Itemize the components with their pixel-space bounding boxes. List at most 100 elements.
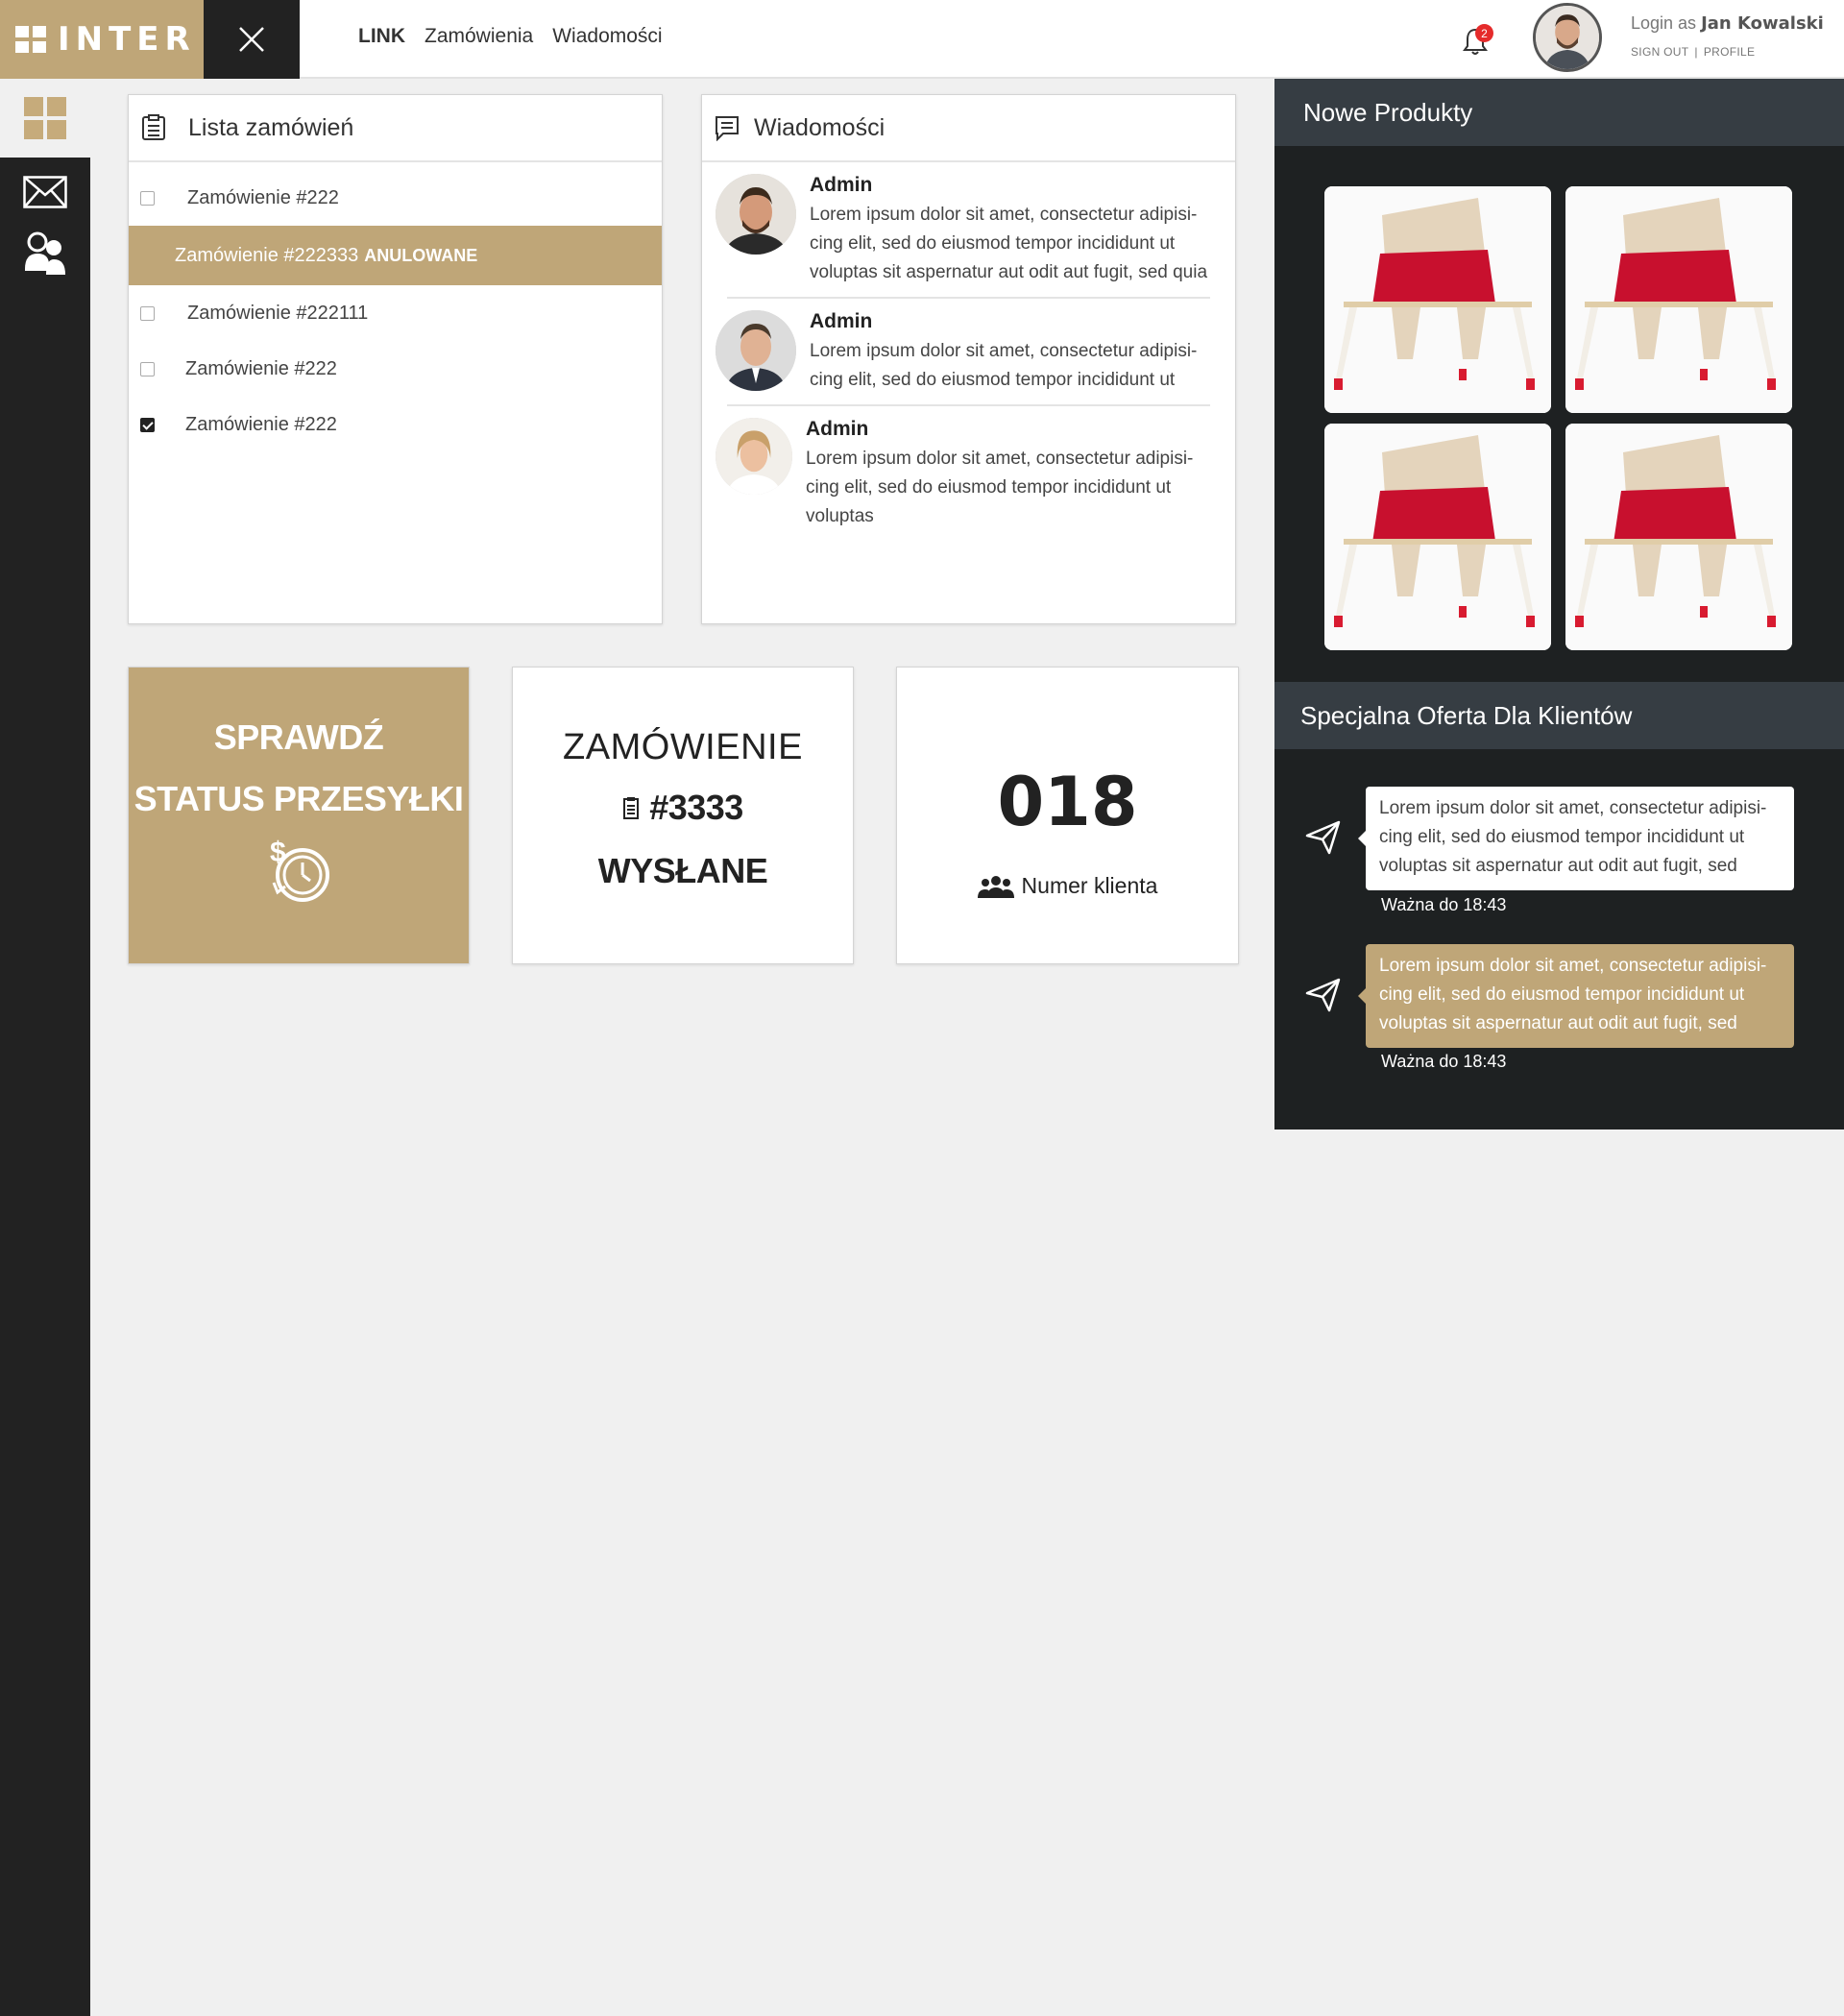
close-button[interactable] <box>204 0 300 79</box>
mail-icon <box>23 176 67 208</box>
orders-panel-header: Lista zamówień <box>129 95 662 162</box>
offer-message[interactable]: Lorem ipsum dolor sit amet, consectetur … <box>1358 787 1794 890</box>
offer-valid-until: Ważna do 18:43 <box>1381 895 1507 914</box>
logo-grid-icon <box>15 26 46 53</box>
product-card[interactable] <box>1324 424 1551 650</box>
messages-title: Wiadomości <box>754 113 886 141</box>
order-label: Zamówienie #222 <box>185 357 337 379</box>
users-icon <box>25 231 65 275</box>
offers-header: Specjalna Oferta Dla Klientów <box>1274 682 1844 749</box>
login-info: Login as Jan Kowalski <box>1631 13 1824 34</box>
message-text: Lorem ipsum dolor sit amet, consectetur … <box>810 205 1208 282</box>
message-icon <box>716 116 739 141</box>
tile-order-label: ZAMÓWIENIE <box>563 727 803 767</box>
tile-order-number-row: #3333 <box>622 788 743 828</box>
order-label: Zamówienie #222111 <box>187 302 369 324</box>
avatar <box>716 174 796 255</box>
order-status-tile[interactable]: ZAMÓWIENIE #3333 WYSŁANE <box>512 667 854 964</box>
messages-panel-header: Wiadomości <box>702 95 1235 162</box>
chair-image <box>1324 424 1551 650</box>
payment-clock-icon: $ <box>270 837 329 902</box>
order-checkbox[interactable] <box>140 361 155 376</box>
sidebar <box>0 79 90 2016</box>
message-item[interactable]: Admin Lorem ipsum dolor sit amet, consec… <box>702 299 1235 404</box>
sidebar-item-dashboard[interactable] <box>0 79 90 158</box>
person-portrait-icon <box>716 418 792 495</box>
order-checkbox-checked[interactable] <box>140 417 155 432</box>
dashboard-icon <box>24 97 66 139</box>
clipboard-icon <box>623 797 640 819</box>
chair-image <box>1565 186 1792 413</box>
message-author: Admin <box>810 310 873 332</box>
offer-text: Lorem ipsum dolor sit amet, consectetur … <box>1379 956 1767 1033</box>
order-checkbox[interactable] <box>140 305 155 321</box>
tile-order-state: WYSŁANE <box>597 851 768 890</box>
chair-image <box>1324 186 1551 413</box>
nav-link[interactable]: LINK <box>358 25 405 48</box>
logo-text: INTER <box>58 20 196 59</box>
orders-panel: Lista zamówień Zamówienie #222 Zamówieni… <box>128 94 663 624</box>
person-portrait-icon <box>716 174 796 255</box>
user-name: Jan Kowalski <box>1701 13 1824 34</box>
client-label: Numer klienta <box>1021 873 1158 898</box>
messages-panel: Wiadomości Admin Lorem ipsum dolor sit a… <box>701 94 1236 624</box>
nav-messages[interactable]: Wiadomości <box>552 25 662 48</box>
products-header: Nowe Produkty <box>1274 79 1844 146</box>
order-label: Zamówienie #222 <box>187 186 339 208</box>
order-label: Zamówienie #222333 <box>175 244 359 266</box>
product-card[interactable] <box>1565 424 1792 650</box>
products-title: Nowe Produkty <box>1303 97 1473 127</box>
top-nav: LINK Zamówienia Wiadomości <box>358 25 663 48</box>
order-status: ANULOWANE <box>364 245 478 265</box>
check-shipment-tile[interactable]: SPRAWDŹ STATUS PRZESYŁKI $ <box>128 667 470 964</box>
tile-line-1: SPRAWDŹ <box>213 717 384 757</box>
client-label-row: Numer klienta <box>977 873 1158 899</box>
order-row[interactable]: Zamówienie #222 <box>129 341 662 397</box>
send-icon[interactable] <box>1304 976 1343 1014</box>
client-number: 018 <box>997 763 1138 841</box>
order-row-cancelled[interactable]: Zamówienie #222333 ANULOWANE <box>129 226 662 285</box>
message-text: Lorem ipsum dolor sit amet, consectetur … <box>810 341 1198 390</box>
svg-text:$: $ <box>270 837 286 868</box>
offer-message-highlighted[interactable]: Lorem ipsum dolor sit amet, consectetur … <box>1358 944 1794 1048</box>
order-checkbox[interactable] <box>140 190 155 206</box>
avatar <box>716 310 796 391</box>
client-number-tile[interactable]: 018 Numer klienta <box>896 667 1239 964</box>
offers-title: Specjalna Oferta Dla Klientów <box>1300 700 1633 730</box>
sidebar-item-mail[interactable] <box>0 158 90 227</box>
profile-link[interactable]: PROFILE <box>1704 45 1755 59</box>
link-separator: | <box>1694 45 1698 59</box>
users-icon <box>977 875 1014 898</box>
order-row[interactable]: Zamówienie #222 <box>129 170 662 226</box>
person-portrait-icon <box>716 310 796 391</box>
logo[interactable]: INTER <box>0 0 204 79</box>
message-item[interactable]: Admin Lorem ipsum dolor sit amet, consec… <box>702 162 1235 297</box>
message-author: Admin <box>806 418 869 440</box>
product-grid <box>1324 186 1792 650</box>
tile-line-2: STATUS PRZESYŁKI <box>133 779 464 818</box>
send-icon[interactable] <box>1304 818 1343 857</box>
avatar <box>716 418 792 495</box>
account-links: SIGN OUT | PROFILE <box>1631 45 1755 59</box>
order-row[interactable]: Zamówienie #222111 <box>129 285 662 341</box>
product-card[interactable] <box>1324 186 1551 413</box>
sign-out-link[interactable]: SIGN OUT <box>1631 45 1688 59</box>
chair-image <box>1565 424 1792 650</box>
message-item[interactable]: Admin Lorem ipsum dolor sit amet, consec… <box>702 406 1235 541</box>
product-card[interactable] <box>1565 186 1792 413</box>
offer-text: Lorem ipsum dolor sit amet, consectetur … <box>1379 798 1767 876</box>
nav-orders[interactable]: Zamówienia <box>425 25 533 48</box>
close-icon <box>239 27 264 52</box>
user-avatar[interactable] <box>1533 3 1602 72</box>
clipboard-list-icon <box>142 114 165 140</box>
orders-title: Lista zamówień <box>188 113 354 141</box>
top-bar: INTER LINK Zamówienia Wiadomości 2 Login… <box>0 0 1844 79</box>
message-text: Lorem ipsum dolor sit amet, consectetur … <box>806 449 1194 526</box>
order-label: Zamówienie #222 <box>185 413 337 435</box>
order-row[interactable]: Zamówienie #222 <box>129 397 662 452</box>
sidebar-item-users[interactable] <box>0 227 90 280</box>
user-portrait-icon <box>1536 6 1599 69</box>
message-author: Admin <box>810 174 873 196</box>
offer-valid-until: Ważna do 18:43 <box>1381 1052 1507 1071</box>
notification-badge: 2 <box>1475 24 1493 42</box>
